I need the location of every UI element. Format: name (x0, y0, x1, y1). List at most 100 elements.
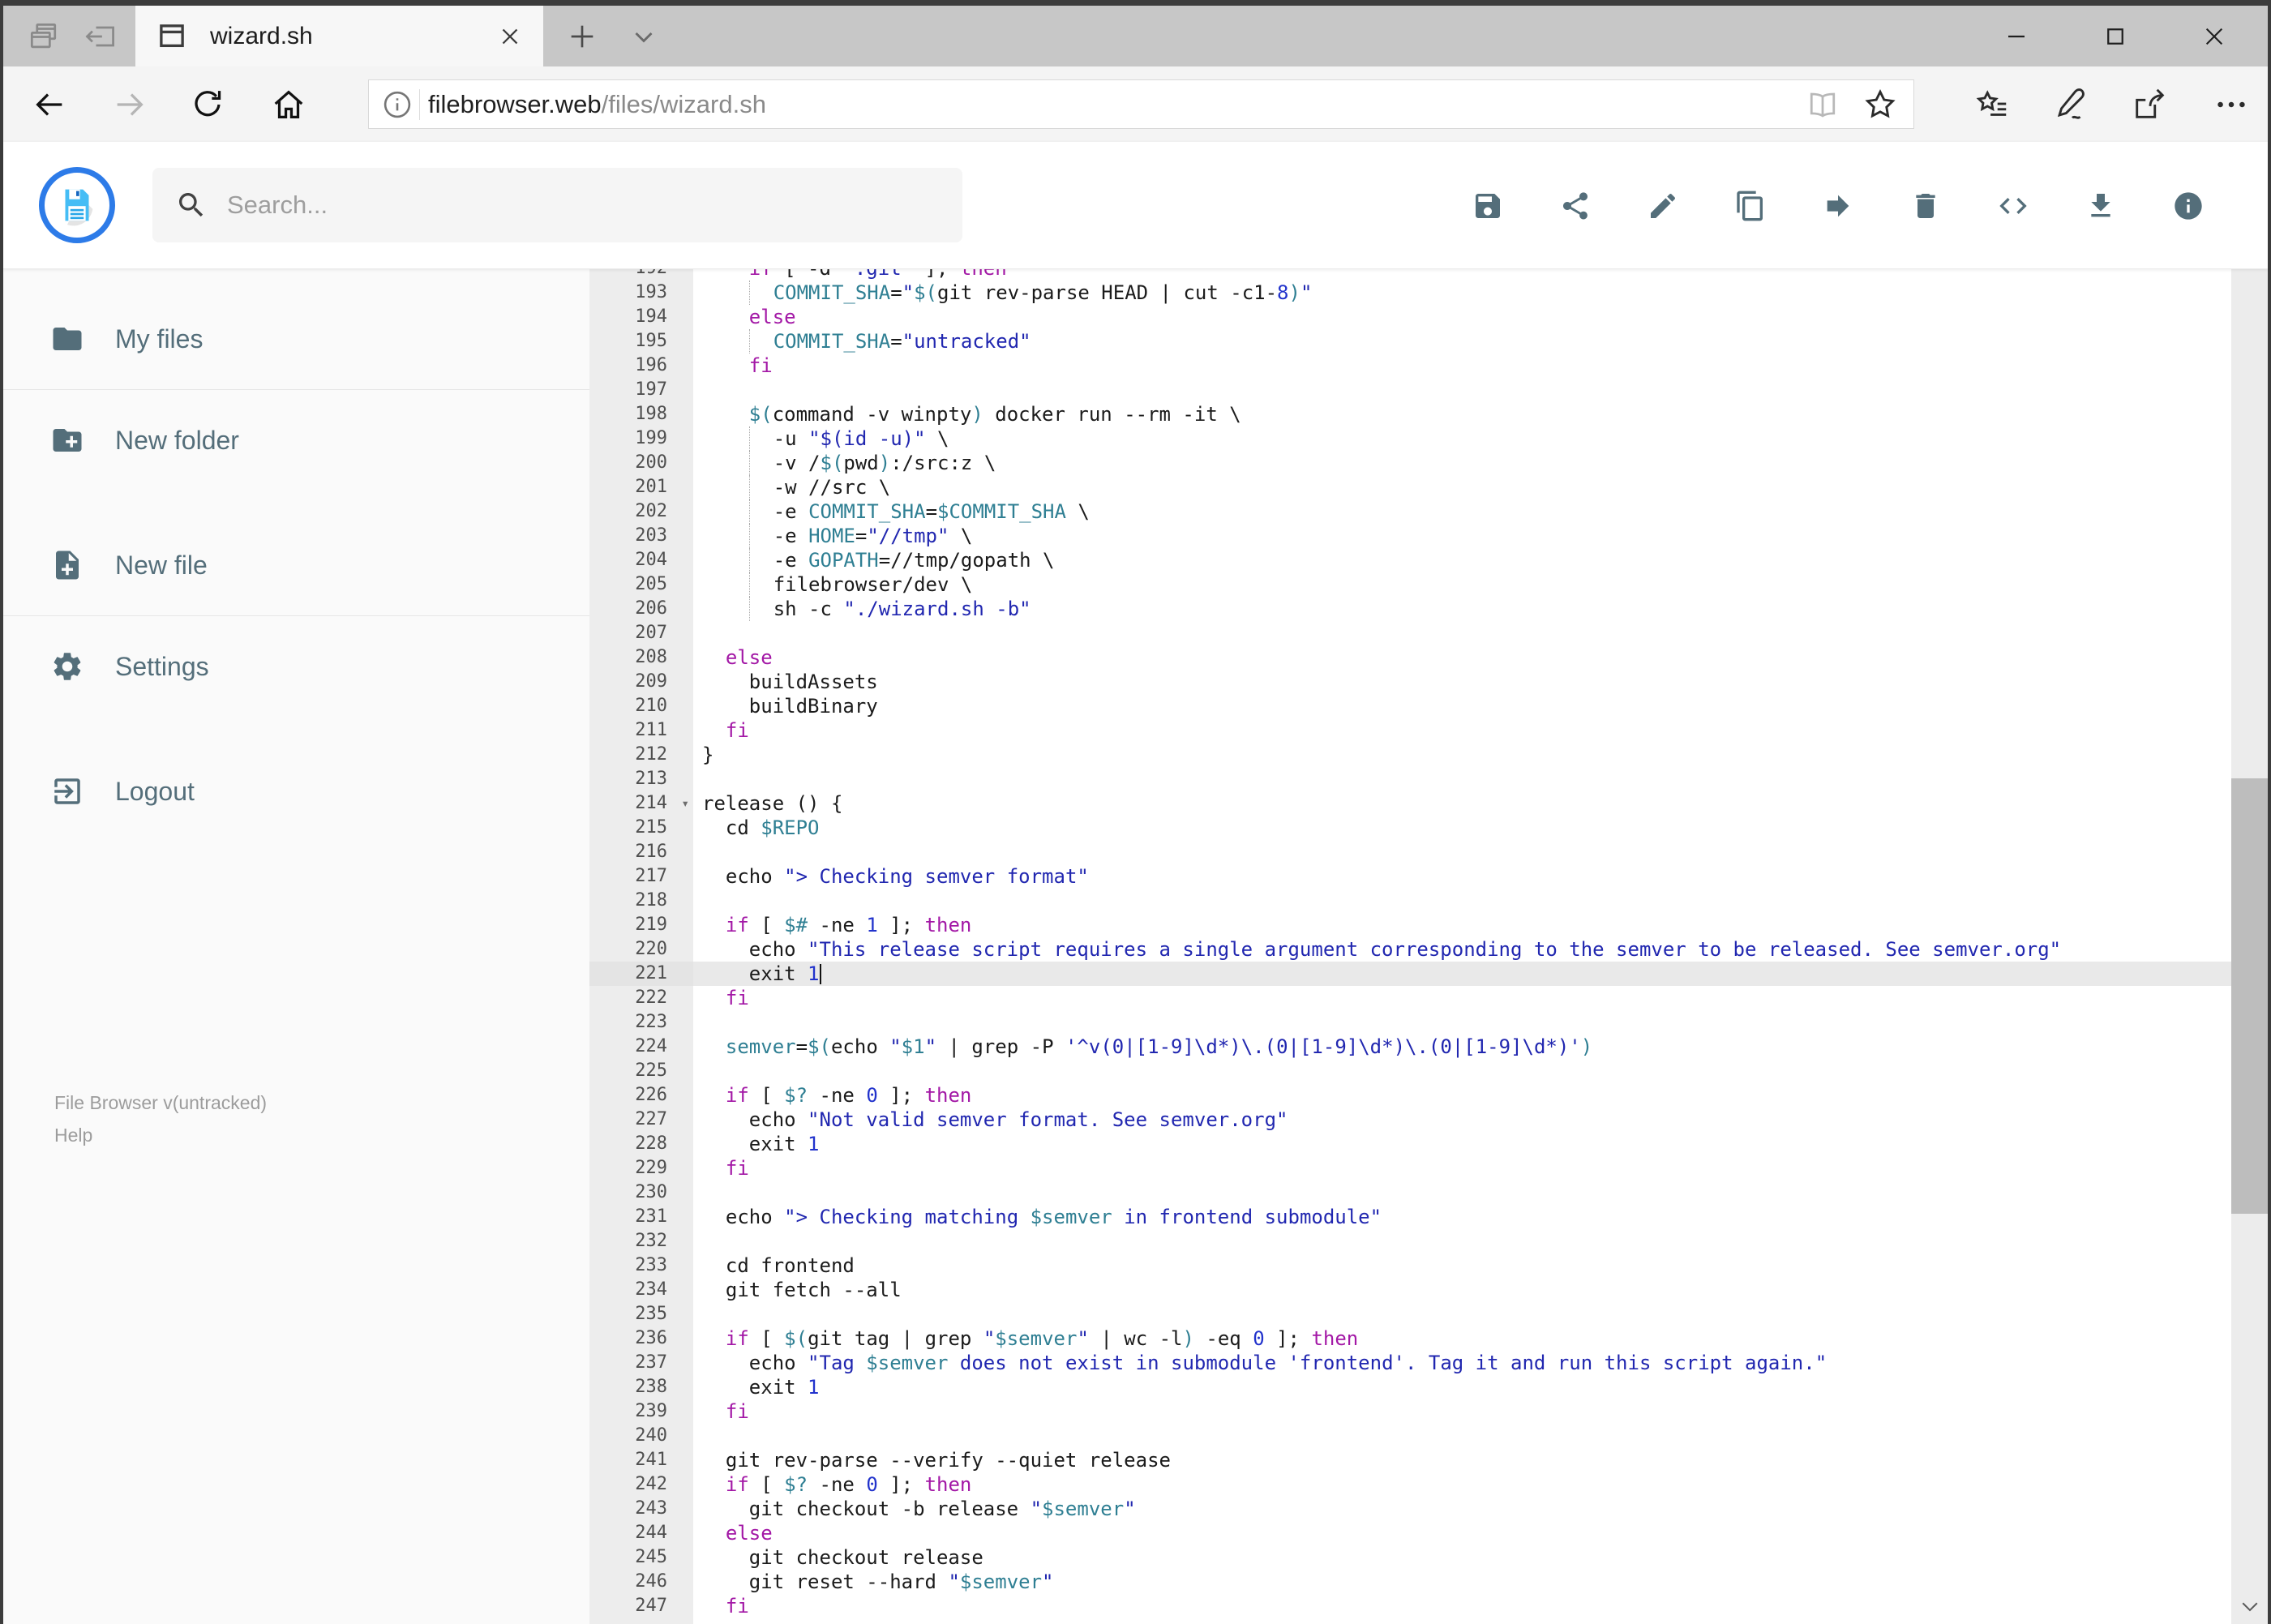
code-line[interactable] (693, 1302, 2231, 1326)
new-tab-button[interactable] (559, 6, 605, 66)
code-line[interactable]: cd $REPO (693, 816, 2231, 840)
hub-favorites-button[interactable] (1973, 86, 2011, 123)
code-line[interactable]: } (693, 743, 2231, 767)
filebrowser-logo[interactable] (39, 167, 115, 243)
code-line[interactable] (693, 1010, 2231, 1035)
code-line[interactable] (693, 1424, 2231, 1448)
code-line[interactable]: else (693, 305, 2231, 329)
tab-preview-toggle[interactable] (621, 6, 666, 66)
refresh-button[interactable] (189, 86, 226, 123)
code-line[interactable]: buildAssets (693, 670, 2231, 694)
edit-button[interactable] (1647, 190, 1679, 222)
fold-marker-icon[interactable]: ▾ (681, 791, 689, 816)
close-window-button[interactable] (2175, 6, 2253, 66)
code-line[interactable] (693, 621, 2231, 645)
code-line[interactable]: git checkout release (693, 1545, 2231, 1570)
code-line[interactable]: -v /$(pwd):/src:z \ (693, 451, 2231, 475)
code-line[interactable]: buildBinary (693, 694, 2231, 718)
code-line[interactable]: -u "$(id -u)" \ (693, 426, 2231, 451)
code-line[interactable]: if [ -d ".git" ]; then (693, 269, 2231, 281)
sidebar-item-my-files[interactable]: My files (3, 300, 589, 378)
reading-view-icon[interactable] (1805, 87, 1840, 122)
code-line[interactable]: fi (693, 1156, 2231, 1181)
code-line[interactable]: $(command -v winpty) docker run --rm -it… (693, 402, 2231, 426)
set-tabs-aside-button[interactable] (78, 6, 123, 66)
code-line[interactable]: if [ $# -ne 1 ]; then (693, 913, 2231, 937)
code-line[interactable] (693, 889, 2231, 913)
url-text[interactable]: filebrowser.web/files/wizard.sh (428, 90, 1805, 119)
code-line[interactable] (693, 1059, 2231, 1083)
code-line[interactable] (693, 1181, 2231, 1205)
code-line[interactable]: git rev-parse --verify --quiet release (693, 1448, 2231, 1472)
code-line[interactable]: -e COMMIT_SHA=$COMMIT_SHA \ (693, 499, 2231, 524)
code-line[interactable]: fi (693, 986, 2231, 1010)
browser-tab[interactable]: wizard.sh (135, 6, 543, 66)
page-scrollbar[interactable] (2231, 142, 2268, 1624)
code-line[interactable]: cd frontend (693, 1253, 2231, 1278)
sidebar-item-settings[interactable]: Settings (3, 628, 589, 705)
code-line[interactable]: echo "Not valid semver format. See semve… (693, 1108, 2231, 1132)
code-line[interactable]: if [ $? -ne 0 ]; then (693, 1472, 2231, 1497)
help-link[interactable]: Help (54, 1119, 267, 1151)
annotate-pen-button[interactable] (2053, 86, 2090, 123)
delete-button[interactable] (1909, 190, 1942, 222)
code-line[interactable]: git reset --hard "$semver" (693, 1570, 2231, 1594)
code-line[interactable]: if [ $? -ne 0 ]; then (693, 1083, 2231, 1108)
code-line[interactable]: echo "Tag $semver does not exist in subm… (693, 1351, 2231, 1375)
scroll-down-icon[interactable] (2231, 1588, 2268, 1624)
sidebar-item-new-folder[interactable]: New folder (3, 401, 589, 479)
code-line[interactable]: git checkout -b release "$semver" (693, 1497, 2231, 1521)
share-file-button[interactable] (1559, 190, 1592, 222)
copy-button[interactable] (1734, 190, 1767, 222)
code-line[interactable]: fi (693, 1594, 2231, 1618)
code-line[interactable]: fi (693, 1399, 2231, 1424)
code-line[interactable] (693, 378, 2231, 402)
info-button[interactable] (2172, 190, 2205, 222)
code-line[interactable]: release () { (693, 791, 2231, 816)
back-button[interactable] (31, 86, 68, 123)
download-button[interactable] (2085, 190, 2117, 222)
code-line[interactable] (693, 767, 2231, 791)
code-line[interactable]: -e GOPATH=//tmp/gopath \ (693, 548, 2231, 572)
home-button[interactable] (270, 86, 307, 123)
code-line[interactable]: exit 1 (693, 1375, 2231, 1399)
search-bar[interactable] (152, 168, 962, 242)
minimize-button[interactable] (1977, 6, 2055, 66)
code-line[interactable]: echo "> Checking semver format" (693, 864, 2231, 889)
code-line[interactable]: sh -c "./wizard.sh -b" (693, 597, 2231, 621)
code-view-button[interactable] (1997, 190, 2029, 222)
maximize-button[interactable] (2076, 6, 2154, 66)
code-editor[interactable]: 192193 194 195 196 197 198 199 200 201 202 203 204 2… (589, 269, 2231, 1624)
code-line[interactable] (693, 1229, 2231, 1253)
forward-button[interactable] (111, 86, 148, 123)
code-line[interactable] (693, 840, 2231, 864)
code-line[interactable]: git fetch --all (693, 1278, 2231, 1302)
code-line[interactable]: if [ $(git tag | grep "$semver" | wc -l)… (693, 1326, 2231, 1351)
more-options-button[interactable] (2213, 86, 2250, 123)
address-bar[interactable]: filebrowser.web/files/wizard.sh (368, 79, 1914, 129)
code-line[interactable]: else (693, 1521, 2231, 1545)
favorite-star-icon[interactable] (1862, 86, 1899, 123)
scrollbar-thumb[interactable] (2231, 778, 2268, 1214)
code-line[interactable]: exit 1 (693, 962, 2231, 986)
sidebar-item-logout[interactable]: Logout (3, 752, 589, 830)
search-input[interactable] (227, 191, 940, 220)
code-line[interactable]: semver=$(echo "$1" | grep -P '^v(0|[1-9]… (693, 1035, 2231, 1059)
code-line[interactable]: -w //src \ (693, 475, 2231, 499)
code-line[interactable]: -e HOME="//tmp" \ (693, 524, 2231, 548)
move-button[interactable] (1822, 190, 1854, 222)
tab-close-icon[interactable] (496, 23, 524, 50)
code-line[interactable]: fi (693, 354, 2231, 378)
code-line[interactable]: else (693, 645, 2231, 670)
site-info-icon[interactable] (380, 88, 414, 122)
code-line[interactable]: filebrowser/dev \ (693, 572, 2231, 597)
code-lines[interactable]: if [ -d ".git" ]; then COMMIT_SHA="$(git… (693, 269, 2231, 1624)
code-line[interactable]: COMMIT_SHA="untracked" (693, 329, 2231, 354)
sidebar-item-new-file[interactable]: New file (3, 526, 589, 604)
code-line[interactable]: echo "This release script requires a sin… (693, 937, 2231, 962)
code-line[interactable]: COMMIT_SHA="$(git rev-parse HEAD | cut -… (693, 281, 2231, 305)
code-line[interactable]: echo "> Checking matching $semver in fro… (693, 1205, 2231, 1229)
save-button[interactable] (1472, 190, 1504, 222)
tab-preview-button[interactable] (21, 6, 66, 66)
code-line[interactable]: fi (693, 718, 2231, 743)
